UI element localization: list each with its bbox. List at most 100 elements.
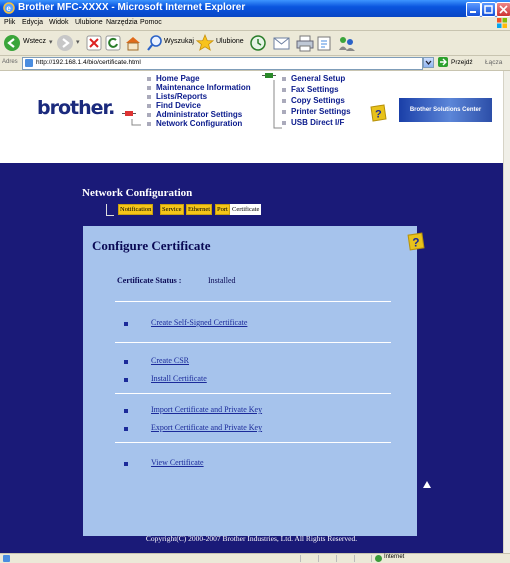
close-button[interactable]	[496, 2, 510, 17]
address-input[interactable]: http://192.168.1.4/bio/certificate.html	[22, 57, 423, 70]
favorites-star-icon[interactable]	[196, 34, 214, 52]
nav-network-configuration[interactable]: Network Configuration	[147, 119, 242, 128]
divider	[115, 442, 391, 443]
bullet-icon	[124, 409, 128, 413]
search-icon[interactable]	[147, 34, 163, 52]
tab-ethernet[interactable]: Ethernet	[186, 204, 213, 215]
favorites-button-label[interactable]: Ulubione	[216, 38, 244, 45]
forward-arrow-icon[interactable]	[56, 34, 74, 52]
page-status-icon	[3, 555, 10, 562]
page-content: brother. Home Page Maintenance Informati…	[0, 71, 503, 553]
address-bar: Adres http://192.168.1.4/bio/certificate…	[0, 56, 510, 71]
page-icon	[25, 59, 33, 67]
help-icon[interactable]: ?	[369, 104, 387, 122]
brother-logo[interactable]: brother.	[37, 97, 115, 119]
nav-administrator-settings[interactable]: Administrator Settings	[147, 110, 242, 119]
status-separator	[354, 555, 355, 562]
menu-favorites[interactable]: Ulubione	[75, 19, 103, 26]
svg-text:e: e	[6, 4, 11, 13]
address-dropdown-button[interactable]	[423, 57, 434, 68]
tab-tree-corner	[106, 204, 114, 216]
tree-connector-icon	[131, 119, 141, 126]
address-url[interactable]: http://192.168.1.4/bio/certificate.html	[36, 59, 141, 66]
certificate-status-label: Certificate Status :	[117, 276, 182, 285]
menu-help[interactable]: Pomoc	[140, 19, 162, 26]
security-zone-label: Internet	[384, 554, 405, 560]
link-create-self-signed-certificate[interactable]: Create Self-Signed Certificate	[151, 318, 247, 327]
nav-lists-reports[interactable]: Lists/Reports	[147, 92, 207, 101]
tab-notification[interactable]: Notification	[118, 204, 154, 215]
go-arrow-icon	[440, 58, 447, 66]
menu-view[interactable]: Widok	[49, 19, 68, 26]
minimize-icon	[470, 11, 476, 13]
minimize-button[interactable]	[466, 2, 481, 17]
svg-text:?: ?	[412, 236, 419, 249]
stop-icon[interactable]	[86, 34, 102, 52]
mail-icon[interactable]	[273, 34, 293, 52]
menu-tools[interactable]: Narzędzia	[106, 19, 138, 26]
maximize-icon	[484, 5, 493, 14]
nav-find-device[interactable]: Find Device	[147, 101, 201, 110]
link-install-certificate[interactable]: Install Certificate	[151, 374, 207, 383]
link-import-certificate-and-private-key[interactable]: Import Certificate and Private Key	[151, 405, 262, 414]
tab-certificate[interactable]: Certificate	[230, 204, 262, 215]
back-dropdown-icon[interactable]: ▾	[49, 38, 53, 46]
divider	[115, 301, 391, 302]
refresh-icon[interactable]	[105, 34, 121, 52]
forward-dropdown-icon[interactable]: ▾	[76, 38, 80, 46]
bullet-icon	[124, 462, 128, 466]
nav-maintenance-information[interactable]: Maintenance Information	[147, 83, 251, 92]
menu-bar: Plik Edycja Widok Ulubione Narzędzia Pom…	[0, 17, 510, 31]
links-label[interactable]: Łącza	[485, 59, 502, 66]
title-bar: e Brother MFC-XXXX - Microsoft Internet …	[0, 0, 510, 17]
go-button[interactable]	[438, 57, 448, 67]
link-create-csr[interactable]: Create CSR	[151, 356, 189, 365]
link-export-certificate-and-private-key[interactable]: Export Certificate and Private Key	[151, 423, 262, 432]
go-button-label[interactable]: Przejdź	[451, 59, 473, 66]
configure-certificate-panel: Configure Certificate ? Certificate Stat…	[83, 226, 425, 536]
nav-home-page[interactable]: Home Page	[147, 74, 200, 83]
status-separator	[300, 555, 301, 562]
window-title: Brother MFC-XXXX - Microsoft Internet Ex…	[18, 2, 246, 13]
nav-general-setup[interactable]: General Setup	[282, 74, 345, 83]
divider	[115, 342, 391, 343]
panel-title: Configure Certificate	[92, 238, 211, 253]
close-icon	[499, 5, 508, 14]
home-icon[interactable]	[124, 34, 142, 52]
status-separator	[336, 555, 337, 562]
link-view-certificate[interactable]: View Certificate	[151, 458, 204, 467]
print-icon[interactable]	[296, 34, 314, 52]
brother-header: brother. Home Page Maintenance Informati…	[0, 71, 503, 164]
nav-printer-settings[interactable]: Printer Settings	[282, 107, 351, 116]
messenger-icon[interactable]	[337, 34, 357, 52]
back-button-label[interactable]: Wstecz	[23, 38, 46, 45]
vertical-scrollbar[interactable]	[503, 71, 510, 553]
certificate-status-value: Installed	[208, 276, 236, 285]
search-button-label[interactable]: Wyszukaj	[164, 38, 194, 45]
network-connector-icon	[262, 73, 276, 78]
brother-solutions-center-banner[interactable]: Brother Solutions Center	[399, 98, 492, 122]
nav-fax-settings[interactable]: Fax Settings	[282, 85, 339, 94]
menu-file[interactable]: Plik	[4, 19, 15, 26]
tab-port[interactable]: Port	[215, 204, 230, 215]
edit-icon[interactable]	[316, 34, 334, 52]
globe-icon	[375, 555, 382, 562]
maximize-button[interactable]	[481, 2, 496, 17]
nav-copy-settings[interactable]: Copy Settings	[282, 96, 345, 105]
network-connector-icon	[122, 111, 136, 116]
divider	[115, 393, 391, 394]
bullet-icon	[124, 360, 128, 364]
nav-usb-direct[interactable]: USB Direct I/F	[282, 118, 344, 127]
tab-service[interactable]: Service	[160, 204, 184, 215]
address-label: Adres	[2, 59, 18, 65]
windows-logo-icon	[497, 18, 507, 28]
menu-edit[interactable]: Edycja	[22, 19, 43, 26]
bullet-icon	[124, 378, 128, 382]
svg-text:?: ?	[375, 109, 382, 121]
history-icon[interactable]	[249, 34, 267, 52]
bullet-icon	[124, 427, 128, 431]
chevron-down-icon	[425, 60, 432, 66]
help-icon[interactable]: ?	[406, 232, 425, 251]
page-top-arrow-icon[interactable]	[423, 481, 431, 488]
back-arrow-icon[interactable]	[3, 34, 21, 52]
